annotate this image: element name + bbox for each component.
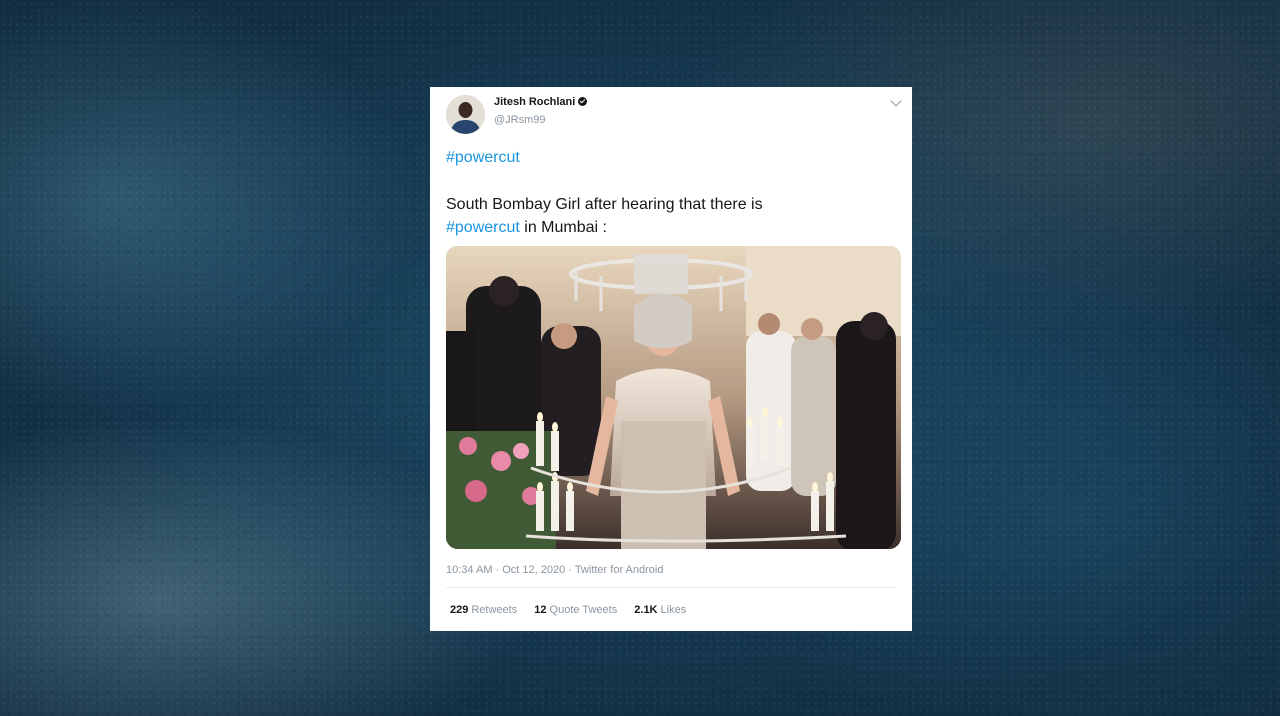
tweet-text-line-2: South Bombay Girl after hearing that the… [446, 196, 763, 213]
likes-stat[interactable]: 2.1K Likes [634, 604, 686, 616]
retweets-stat[interactable]: 229 Retweets [450, 604, 517, 616]
retweets-label: Retweets [471, 604, 518, 616]
quote-tweets-stat[interactable]: 12 Quote Tweets [534, 604, 617, 616]
tweet-card: Jitesh Rochlani @JRsm99 #powercut South … [430, 87, 912, 631]
tweet-media-photo[interactable] [446, 246, 901, 549]
tweet-text-line-3: #powercut in Mumbai : [446, 216, 896, 239]
display-name[interactable]: Jitesh Rochlani [494, 96, 588, 108]
tweet-stats: 229 Retweets 12 Quote Tweets 2.1K Likes [450, 604, 700, 616]
retweets-count: 229 [450, 604, 469, 616]
quote-tweets-count: 12 [534, 604, 547, 616]
display-name-text[interactable]: Jitesh Rochlani [494, 96, 575, 108]
verified-icon [578, 97, 588, 106]
tweet-text-suffix: in Mumbai : [519, 219, 607, 236]
tweet-text-line-1: #powercut [446, 146, 896, 169]
avatar[interactable] [446, 95, 485, 134]
quote-tweets-label: Quote Tweets [549, 604, 618, 616]
divider [446, 587, 896, 588]
tweet-timestamp[interactable]: 10:34 AM · Oct 12, 2020 · Twitter for An… [446, 564, 663, 576]
likes-count: 2.1K [634, 604, 658, 616]
handle[interactable]: @JRsm99 [494, 114, 546, 126]
likes-label: Likes [660, 604, 687, 616]
hashtag-link[interactable]: #powercut [446, 149, 520, 166]
chevron-down-icon[interactable] [890, 95, 902, 107]
hashtag-link[interactable]: #powercut [446, 219, 520, 236]
